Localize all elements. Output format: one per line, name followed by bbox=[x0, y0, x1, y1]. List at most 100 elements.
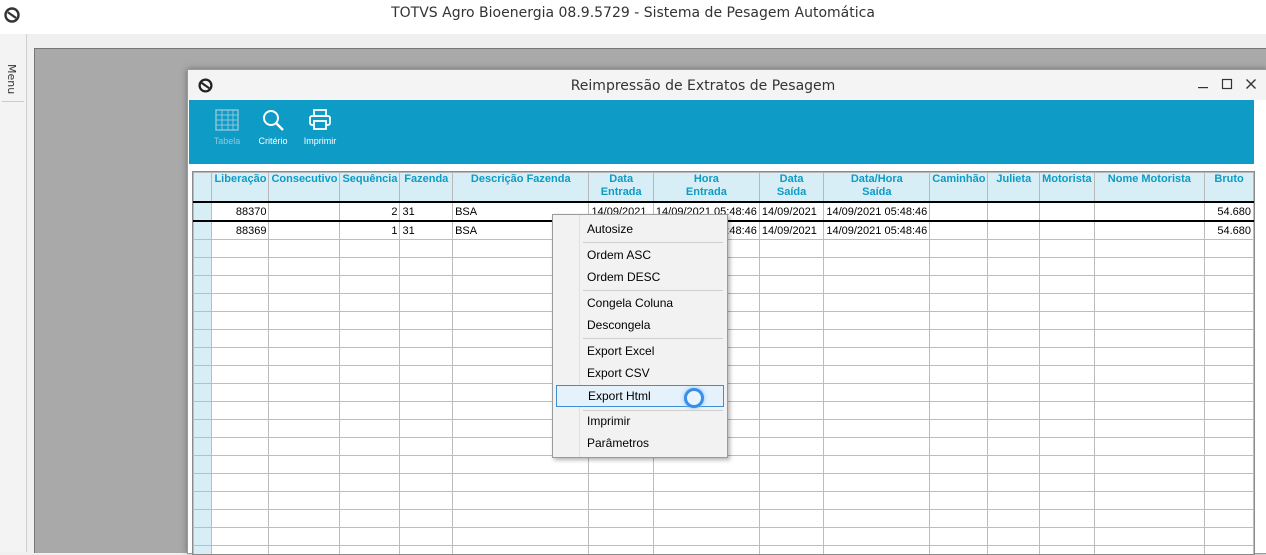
empty-cell[interactable] bbox=[1040, 276, 1095, 294]
empty-cell[interactable] bbox=[1094, 546, 1204, 555]
empty-cell[interactable] bbox=[400, 366, 453, 384]
empty-cell[interactable] bbox=[1205, 294, 1254, 312]
empty-cell[interactable] bbox=[400, 402, 453, 420]
empty-cell[interactable] bbox=[212, 546, 269, 555]
empty-cell[interactable] bbox=[1040, 528, 1095, 546]
empty-cell[interactable] bbox=[212, 510, 269, 528]
empty-cell[interactable] bbox=[340, 294, 400, 312]
empty-cell[interactable] bbox=[1040, 510, 1095, 528]
column-header[interactable]: Data/HoraSaída bbox=[824, 173, 930, 203]
empty-cell[interactable] bbox=[1094, 276, 1204, 294]
empty-cell[interactable] bbox=[1094, 384, 1204, 402]
empty-cell[interactable] bbox=[340, 402, 400, 420]
empty-cell[interactable] bbox=[824, 330, 930, 348]
empty-cell[interactable] bbox=[1094, 330, 1204, 348]
cell-sequencia[interactable]: 2 bbox=[340, 202, 400, 221]
empty-cell[interactable] bbox=[930, 474, 988, 492]
empty-cell[interactable] bbox=[1040, 492, 1095, 510]
empty-cell[interactable] bbox=[1205, 420, 1254, 438]
column-header[interactable]: Consecutivo bbox=[269, 173, 340, 203]
empty-cell[interactable] bbox=[824, 438, 930, 456]
row-header[interactable] bbox=[194, 221, 212, 240]
empty-cell[interactable] bbox=[340, 510, 400, 528]
empty-cell[interactable] bbox=[988, 510, 1040, 528]
empty-cell[interactable] bbox=[589, 474, 653, 492]
close-button[interactable] bbox=[1243, 76, 1259, 92]
row-header[interactable] bbox=[194, 420, 212, 438]
empty-cell[interactable] bbox=[824, 276, 930, 294]
empty-cell[interactable] bbox=[1094, 240, 1204, 258]
column-header[interactable]: Fazenda bbox=[400, 173, 453, 203]
menu-item-export-csv[interactable]: Export CSV bbox=[556, 363, 722, 383]
empty-cell[interactable] bbox=[653, 510, 759, 528]
row-header[interactable] bbox=[194, 546, 212, 555]
empty-cell[interactable] bbox=[400, 258, 453, 276]
empty-cell[interactable] bbox=[824, 384, 930, 402]
cell-nome-motorista[interactable] bbox=[1094, 202, 1204, 221]
empty-cell[interactable] bbox=[824, 366, 930, 384]
empty-cell[interactable] bbox=[340, 276, 400, 294]
empty-cell[interactable] bbox=[930, 510, 988, 528]
empty-cell[interactable] bbox=[988, 276, 1040, 294]
empty-cell[interactable] bbox=[212, 456, 269, 474]
column-header[interactable]: HoraEntrada bbox=[653, 173, 759, 203]
row-header[interactable] bbox=[194, 438, 212, 456]
empty-cell[interactable] bbox=[824, 240, 930, 258]
empty-cell[interactable] bbox=[759, 276, 823, 294]
empty-cell[interactable] bbox=[1205, 258, 1254, 276]
column-header[interactable]: Liberação bbox=[212, 173, 269, 203]
empty-cell[interactable] bbox=[1205, 366, 1254, 384]
empty-cell[interactable] bbox=[212, 258, 269, 276]
cell-bruto[interactable]: 54.680 bbox=[1205, 202, 1254, 221]
maximize-button[interactable] bbox=[1219, 76, 1235, 92]
empty-cell[interactable] bbox=[269, 312, 340, 330]
cell-julieta[interactable] bbox=[988, 221, 1040, 240]
row-header[interactable] bbox=[194, 202, 212, 221]
empty-cell[interactable] bbox=[1205, 312, 1254, 330]
empty-cell[interactable] bbox=[759, 402, 823, 420]
row-header[interactable] bbox=[194, 474, 212, 492]
empty-cell[interactable] bbox=[269, 546, 340, 555]
row-header[interactable] bbox=[194, 348, 212, 366]
menu-item-ordem-asc[interactable]: Ordem ASC bbox=[556, 245, 722, 265]
empty-cell[interactable] bbox=[212, 420, 269, 438]
empty-cell[interactable] bbox=[400, 420, 453, 438]
empty-cell[interactable] bbox=[653, 456, 759, 474]
empty-cell[interactable] bbox=[212, 492, 269, 510]
row-header[interactable] bbox=[194, 312, 212, 330]
empty-cell[interactable] bbox=[400, 312, 453, 330]
criterio-button[interactable]: Critério bbox=[250, 109, 296, 146]
empty-cell[interactable] bbox=[269, 510, 340, 528]
empty-cell[interactable] bbox=[589, 510, 653, 528]
column-header[interactable]: Sequência bbox=[340, 173, 400, 203]
empty-cell[interactable] bbox=[759, 240, 823, 258]
menu-item-congela-coluna[interactable]: Congela Coluna bbox=[556, 293, 722, 313]
menu-item-descongela[interactable]: Descongela bbox=[556, 315, 722, 335]
empty-cell[interactable] bbox=[988, 348, 1040, 366]
empty-cell[interactable] bbox=[759, 258, 823, 276]
empty-cell[interactable] bbox=[1094, 402, 1204, 420]
empty-cell[interactable] bbox=[212, 366, 269, 384]
empty-cell[interactable] bbox=[1205, 438, 1254, 456]
empty-cell[interactable] bbox=[759, 420, 823, 438]
empty-cell[interactable] bbox=[1094, 528, 1204, 546]
empty-table-row[interactable] bbox=[194, 528, 1254, 546]
empty-cell[interactable] bbox=[759, 474, 823, 492]
empty-cell[interactable] bbox=[1094, 420, 1204, 438]
empty-cell[interactable] bbox=[1094, 510, 1204, 528]
empty-cell[interactable] bbox=[1205, 402, 1254, 420]
cell-liberacao[interactable]: 88369 bbox=[212, 221, 269, 240]
empty-cell[interactable] bbox=[1094, 456, 1204, 474]
empty-table-row[interactable] bbox=[194, 546, 1254, 555]
empty-cell[interactable] bbox=[930, 312, 988, 330]
empty-cell[interactable] bbox=[759, 294, 823, 312]
empty-cell[interactable] bbox=[212, 384, 269, 402]
empty-cell[interactable] bbox=[400, 528, 453, 546]
empty-cell[interactable] bbox=[212, 474, 269, 492]
empty-cell[interactable] bbox=[1040, 420, 1095, 438]
empty-cell[interactable] bbox=[824, 312, 930, 330]
empty-cell[interactable] bbox=[759, 438, 823, 456]
empty-cell[interactable] bbox=[269, 420, 340, 438]
row-header[interactable] bbox=[194, 456, 212, 474]
column-header[interactable]: Nome Motorista bbox=[1094, 173, 1204, 203]
